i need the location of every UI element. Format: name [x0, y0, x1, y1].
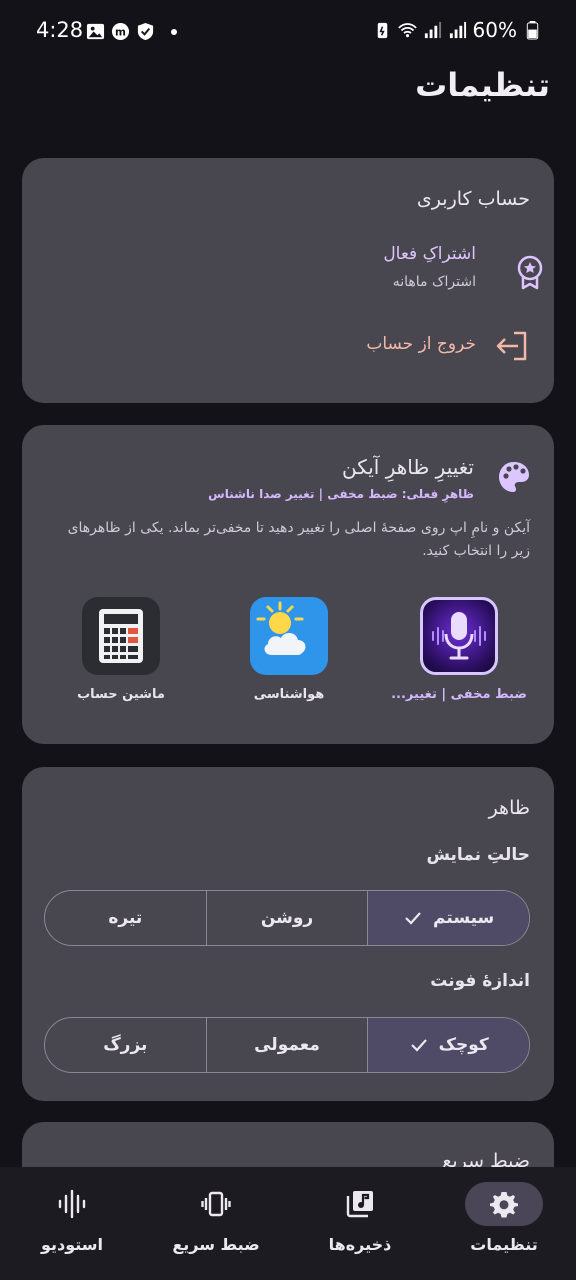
nav-saved[interactable]: ذخیره‌ها — [288, 1167, 432, 1280]
award-badge-icon — [517, 255, 543, 290]
subscription-title: اشتراکِ فعال — [383, 244, 476, 264]
messenger-icon: m — [111, 22, 130, 41]
battery-percent: 60% — [472, 18, 517, 42]
check-icon — [405, 912, 421, 925]
segment-label: بزرگ — [103, 1035, 148, 1055]
svg-text:m: m — [115, 26, 126, 38]
image-icon — [86, 23, 105, 40]
segment-label: روشن — [260, 908, 314, 928]
nav-quick-record[interactable]: ضبط سریع — [144, 1167, 288, 1280]
bottom-navigation: تنظیمات ذخیره‌ها ضبط سریع استو — [0, 1167, 576, 1280]
icon-option-voice[interactable]: ضبط مخفی | تغییر... — [384, 597, 534, 702]
nav-label: ضبط سریع — [172, 1235, 260, 1254]
font-size-label: اندازهٔ فونت — [430, 971, 530, 991]
wifi-icon — [397, 22, 417, 37]
display-mode-system[interactable]: سیستم — [367, 891, 529, 945]
calculator-icon — [82, 597, 160, 675]
appearance-card: ظاهر حالتِ نمایش سیستم روشن تیره اندازهٔ… — [22, 767, 554, 1101]
display-mode-selector: سیستم روشن تیره — [44, 890, 530, 946]
palette-icon — [499, 462, 529, 492]
vibrate-icon — [201, 1191, 231, 1217]
current-icon-label: ظاهرِ فعلی: ضبط مخفی | تغییر صدا ناشناس — [208, 487, 474, 501]
page-title: تنظیمات — [415, 66, 550, 104]
notification-icons: m — [86, 22, 177, 41]
nav-label: استودیو — [40, 1235, 104, 1254]
nav-label: ذخیره‌ها — [328, 1235, 392, 1254]
icon-option-label: هواشناسی — [253, 687, 325, 702]
display-mode-label: حالتِ نمایش — [426, 845, 530, 865]
icon-option-label: ضبط مخفی | تغییر... — [391, 687, 527, 702]
icon-option-weather[interactable]: هواشناسی — [214, 597, 364, 702]
display-mode-light[interactable]: روشن — [205, 891, 368, 945]
font-size-large[interactable]: بزرگ — [45, 1018, 206, 1072]
icon-change-title: تغییرِ ظاهرِ آیکن — [341, 455, 474, 479]
nav-label: تنظیمات — [470, 1235, 538, 1254]
icon-option-label: ماشین حساب — [77, 687, 165, 702]
font-size-normal[interactable]: معمولی — [205, 1018, 368, 1072]
segment-label: کوچک — [438, 1035, 489, 1055]
battery-saver-icon — [377, 22, 387, 38]
waveform-icon — [58, 1189, 86, 1219]
more-notifications-dot — [171, 28, 177, 35]
status-time: 4:28 — [36, 18, 84, 42]
music-library-icon — [346, 1191, 373, 1218]
font-size-selector: کوچک معمولی بزرگ — [44, 1017, 530, 1073]
gear-icon — [490, 1192, 518, 1218]
nav-settings[interactable]: تنظیمات — [432, 1167, 576, 1280]
status-bar: 4:28 m 60% — [0, 0, 576, 64]
battery-icon — [526, 20, 539, 40]
segment-label: سیستم — [433, 908, 495, 928]
logout-icon — [496, 331, 527, 361]
segment-label: تیره — [108, 908, 143, 928]
account-card: حساب کاربری اشتراکِ فعال اشتراک ماهانه خ… — [22, 158, 554, 403]
appearance-heading: ظاهر — [488, 797, 530, 819]
check-icon — [410, 1039, 427, 1052]
display-mode-dark[interactable]: تیره — [45, 891, 206, 945]
account-heading: حساب کاربری — [416, 188, 530, 210]
signal-icon — [449, 21, 466, 38]
signal-icon — [424, 21, 441, 38]
icon-change-card: تغییرِ ظاهرِ آیکن ظاهرِ فعلی: ضبط مخفی |… — [22, 425, 554, 744]
weather-icon — [250, 597, 328, 675]
segment-label: معمولی — [254, 1035, 320, 1055]
icon-option-calculator[interactable]: ماشین حساب — [46, 597, 196, 702]
font-size-small[interactable]: کوچک — [367, 1018, 529, 1072]
logout-label: خروج از حساب — [366, 334, 476, 354]
system-indicators: 60% — [373, 18, 542, 42]
nav-studio[interactable]: استودیو — [0, 1167, 144, 1280]
icon-change-description: آیکن و نامِ اپ روی صفحهٔ اصلی را تغییر د… — [67, 520, 530, 559]
subscription-subtitle: اشتراک ماهانه — [392, 274, 476, 290]
shield-check-icon — [137, 22, 154, 41]
microphone-icon — [420, 597, 498, 675]
